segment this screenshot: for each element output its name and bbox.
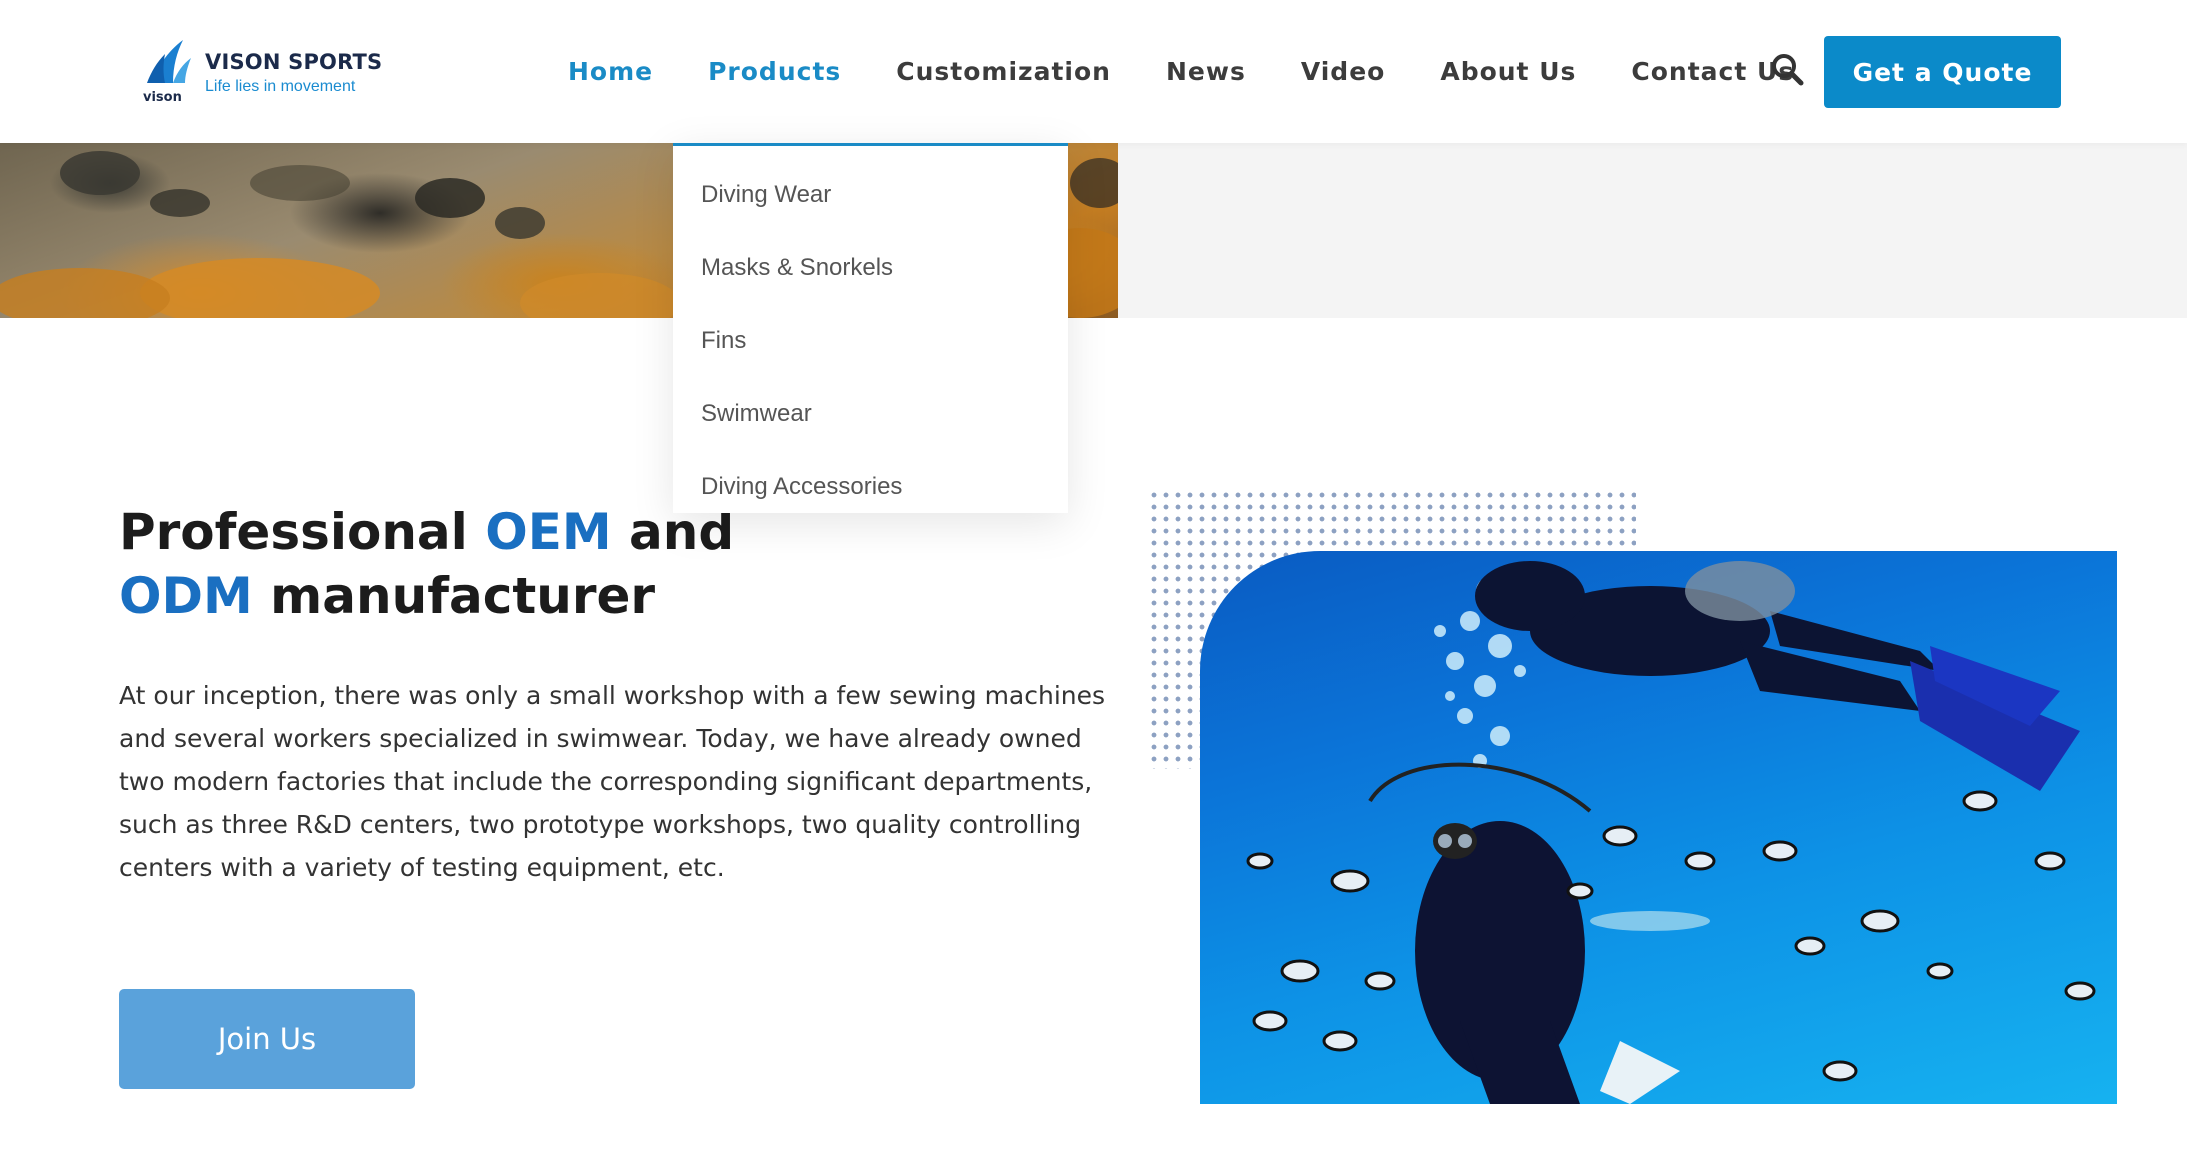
logo-mark-icon: vison <box>143 38 193 108</box>
get-a-quote-button[interactable]: Get a Quote <box>1824 36 2061 108</box>
nav-news[interactable]: News <box>1166 57 1246 86</box>
hero-paragraph: At our inception, there was only a small… <box>119 681 1106 882</box>
logo-tagline: Life lies in movement <box>205 78 356 95</box>
banner-gray-area <box>1118 143 2187 318</box>
nav-customization[interactable]: Customization <box>896 57 1111 86</box>
logo[interactable]: vison VISON SPORTS Life lies in movement <box>143 38 383 108</box>
dropdown-item-masks-snorkels[interactable]: Masks & Snorkels <box>673 231 1068 304</box>
title-highlight-oem: OEM <box>485 503 612 561</box>
dropdown-item-diving-wear[interactable]: Diving Wear <box>673 158 1068 231</box>
site-header: vison VISON SPORTS Life lies in movement… <box>0 0 2187 143</box>
logo-mark-text: vison <box>143 90 182 105</box>
logo-text: VISON SPORTS Life lies in movement <box>205 50 382 96</box>
title-part-3: manufacturer <box>252 567 656 625</box>
products-dropdown: Diving Wear Masks & Snorkels Fins Swimwe… <box>673 143 1068 513</box>
dropdown-item-fins[interactable]: Fins <box>673 304 1068 377</box>
nav-home[interactable]: Home <box>568 57 653 86</box>
title-part-1: Professional <box>119 503 486 561</box>
page: vison VISON SPORTS Life lies in movement… <box>0 0 2187 1163</box>
nav-about-us[interactable]: About Us <box>1440 57 1576 86</box>
logo-brand: VISON SPORTS <box>205 50 383 74</box>
main-nav: Home Products Customization News Video A… <box>568 0 1794 143</box>
search-icon[interactable] <box>1770 52 1806 88</box>
nav-video[interactable]: Video <box>1301 57 1386 86</box>
diver-illustration <box>1246 561 2096 1104</box>
title-highlight-odm: ODM <box>119 567 253 625</box>
join-us-button[interactable]: Join Us <box>119 989 415 1089</box>
dropdown-item-diving-accessories[interactable]: Diving Accessories <box>673 450 1068 523</box>
diver-photo <box>1200 551 2117 1104</box>
dropdown-item-swimwear[interactable]: Swimwear <box>673 377 1068 450</box>
nav-products[interactable]: Products <box>708 57 841 86</box>
